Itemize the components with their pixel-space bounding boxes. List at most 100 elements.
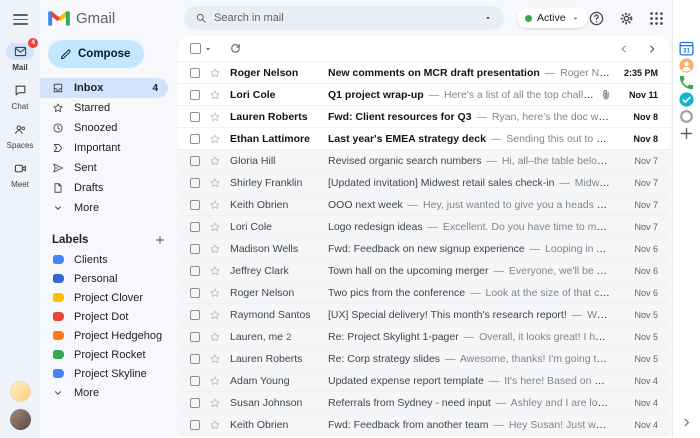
sidebar-item-more-labels[interactable]: More [40, 383, 168, 403]
sidebar-item-sent[interactable]: Sent [40, 158, 168, 178]
sidebar-item-snoozed[interactable]: Snoozed [40, 118, 168, 138]
email-checkbox[interactable] [190, 133, 200, 144]
star-icon[interactable] [209, 397, 221, 409]
search-options-icon[interactable] [483, 13, 493, 23]
email-checkbox[interactable] [190, 265, 200, 276]
star-icon[interactable] [209, 199, 221, 211]
star-icon[interactable] [209, 221, 221, 233]
star-icon[interactable] [209, 67, 221, 79]
email-checkbox[interactable] [190, 111, 200, 122]
email-snippet: Midwest retail sales che... [574, 176, 610, 189]
email-row[interactable]: Ethan Lattimore Last year's EMEA strateg… [178, 128, 670, 150]
email-checkbox[interactable] [190, 419, 200, 430]
email-checkbox[interactable] [190, 155, 200, 166]
email-sender: Lauren, me 2 [230, 330, 292, 343]
search-bar[interactable]: Search in mail [184, 6, 504, 30]
email-checkbox[interactable] [190, 353, 200, 364]
email-row[interactable]: Roger Nelson New comments on MCR draft p… [178, 62, 670, 84]
google-apps-grid-icon[interactable] [648, 10, 665, 27]
label-item-project-hedgehog[interactable]: Project Hedgehog [40, 326, 178, 345]
email-subject-line: [UX] Special delivery! This month's rese… [328, 309, 610, 321]
label-name: Clients [74, 253, 108, 266]
email-checkbox[interactable] [190, 243, 200, 254]
star-icon[interactable] [209, 419, 221, 431]
label-item-project-clover[interactable]: Project Clover [40, 288, 178, 307]
email-checkbox[interactable] [190, 177, 200, 188]
star-icon[interactable] [209, 331, 221, 343]
emoji-avatar[interactable] [9, 381, 31, 402]
profile-avatar[interactable] [9, 409, 31, 430]
email-row[interactable]: Keith Obrien OOO next week — Hey, just w… [178, 194, 670, 216]
email-row[interactable]: Shirley Franklin [Updated invitation] Mi… [178, 172, 670, 194]
email-checkbox[interactable] [190, 199, 200, 210]
status-selector[interactable]: Active [517, 8, 588, 28]
rail-item-spaces[interactable]: Spaces [6, 121, 34, 150]
star-icon[interactable] [209, 155, 221, 167]
email-checkbox[interactable] [190, 309, 200, 320]
star-icon[interactable] [209, 177, 221, 189]
email-subject: Re: Project Skylight 1-pager [328, 330, 459, 343]
add-label-button[interactable] [154, 234, 166, 246]
email-row[interactable]: Madison Wells Fwd: Feedback on new signu… [178, 238, 670, 260]
refresh-icon[interactable] [229, 42, 242, 55]
email-row[interactable]: Lauren Roberts Re: Corp strategy slides … [178, 348, 670, 370]
email-checkbox[interactable] [190, 331, 200, 342]
email-row[interactable]: Susan Johnson Referrals from Sydney - ne… [178, 392, 670, 414]
rail-item-chat[interactable]: Chat [6, 82, 34, 111]
star-icon[interactable] [209, 133, 221, 145]
sidebar-item-starred[interactable]: Starred [40, 98, 168, 118]
voice-icon[interactable] [678, 74, 695, 91]
compose-button[interactable]: Compose [48, 40, 145, 68]
star-icon[interactable] [209, 265, 221, 277]
email-row[interactable]: Lori Cole Q1 project wrap-up — Here's a … [178, 84, 670, 106]
label-item-project-rocket[interactable]: Project Rocket [40, 345, 178, 364]
label-item-project-skyline[interactable]: Project Skyline [40, 364, 178, 383]
keep-icon[interactable] [678, 108, 695, 125]
rail-item-mail[interactable]: 4 Mail [6, 37, 38, 72]
email-subject: Revised organic search numbers [328, 154, 482, 167]
email-row[interactable]: Lauren, me 2 Re: Project Skylight 1-page… [178, 326, 670, 348]
email-row[interactable]: Raymond Santos [UX] Special delivery! Th… [178, 304, 670, 326]
email-checkbox[interactable] [190, 67, 200, 78]
get-addons-icon[interactable] [678, 125, 695, 142]
star-icon[interactable] [209, 287, 221, 299]
email-checkbox[interactable] [190, 221, 200, 232]
email-checkbox[interactable] [190, 397, 200, 408]
email-row[interactable]: Adam Young Updated expense report templa… [178, 370, 670, 392]
email-checkbox[interactable] [190, 287, 200, 298]
sidebar-item-important[interactable]: Important [40, 138, 168, 158]
select-all-checkbox[interactable] [190, 43, 201, 54]
email-row[interactable]: Roger Nelson Two pics from the conferenc… [178, 282, 670, 304]
email-checkbox[interactable] [190, 375, 200, 386]
main-menu-icon[interactable] [12, 14, 28, 25]
rail-item-meet[interactable]: Meet [6, 160, 34, 189]
label-item-clients[interactable]: Clients [40, 250, 178, 269]
help-icon[interactable] [588, 10, 605, 27]
label-item-personal[interactable]: Personal [40, 269, 178, 288]
select-dropdown-icon[interactable] [203, 44, 213, 54]
label-item-project-dot[interactable]: Project Dot [40, 307, 178, 326]
email-row[interactable]: Lori Cole Logo redesign ideas — Excellen… [178, 216, 670, 238]
tasks-icon[interactable] [678, 91, 695, 108]
email-row[interactable]: Keith Obrien Fwd: Feedback from another … [178, 414, 670, 436]
star-icon[interactable] [209, 309, 221, 321]
star-icon[interactable] [209, 89, 221, 101]
contacts-icon[interactable] [678, 57, 695, 74]
email-row[interactable]: Lauren Roberts Fwd: Client resources for… [178, 106, 670, 128]
sidebar-item-more[interactable]: More [40, 198, 168, 218]
settings-gear-icon[interactable] [618, 10, 635, 27]
star-icon[interactable] [209, 111, 221, 123]
star-icon[interactable] [209, 243, 221, 255]
newer-page-chevron-left-icon[interactable] [618, 43, 630, 55]
older-page-chevron-right-icon[interactable] [646, 43, 658, 55]
star-icon[interactable] [209, 375, 221, 387]
search-placeholder: Search in mail [214, 12, 284, 24]
side-panel-expand-icon[interactable] [680, 416, 693, 429]
sidebar-item-inbox[interactable]: Inbox 4 [40, 78, 168, 98]
email-row[interactable]: Gloria Hill Revised organic search numbe… [178, 150, 670, 172]
calendar-icon[interactable]: 31 [678, 40, 695, 57]
sidebar-item-drafts[interactable]: Drafts [40, 178, 168, 198]
email-row[interactable]: Jeffrey Clark Town hall on the upcoming … [178, 260, 670, 282]
email-checkbox[interactable] [190, 89, 200, 100]
star-icon[interactable] [209, 353, 221, 365]
